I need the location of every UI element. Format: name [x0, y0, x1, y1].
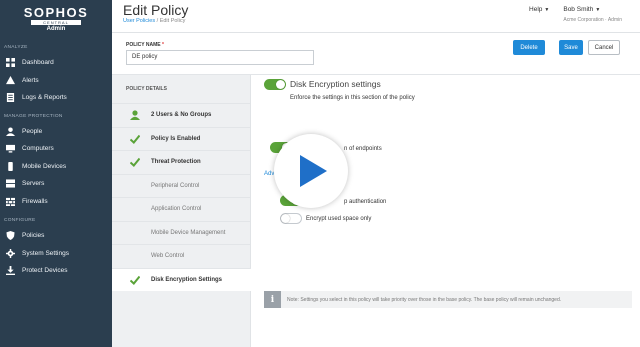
breadcrumb: User Policies / Edit Policy [123, 18, 185, 24]
edit-policy-panel: POLICY NAME * DE policy Delete Save Canc… [112, 33, 640, 347]
sidebar-item-label: Firewalls [22, 197, 48, 205]
sidebar-item-people[interactable]: People [0, 123, 112, 141]
sidebar-item-label: Mobile Devices [22, 162, 67, 170]
header: Edit Policy User Policies / Edit Policy … [112, 0, 640, 33]
policy-name-label: POLICY NAME * [126, 42, 164, 48]
save-button[interactable]: Save [559, 40, 583, 55]
play-icon [300, 155, 327, 187]
detail-item-label: Peripheral Control [151, 182, 200, 189]
sidebar-item-protect-devices[interactable]: Protect Devices [0, 262, 112, 280]
enforce-section-toggle[interactable] [264, 79, 286, 90]
people-icon [6, 127, 15, 136]
sidebar-item-logs-reports[interactable]: Logs & Reports [0, 89, 112, 107]
breadcrumb-current: Edit Policy [159, 18, 186, 24]
section-heading-analyze: ANALYZE [4, 45, 28, 50]
detail-item-label: Disk Encryption Settings [151, 276, 223, 283]
alert-icon [6, 75, 15, 85]
user-menu[interactable]: Bob Smith ▼ Acme Corporation · Admin [563, 6, 622, 23]
section-heading-manage: MANAGE PROTECTION [4, 113, 63, 119]
sidebar-item-alerts[interactable]: Alerts [0, 72, 112, 90]
gear-icon [6, 248, 15, 258]
detail-item-label: Mobile Device Management [151, 229, 226, 236]
chevron-down-icon: ▼ [544, 7, 550, 13]
sidebar-item-policies[interactable]: Policies [0, 227, 112, 245]
policy-name-input[interactable]: DE policy [126, 50, 314, 65]
policy-details-heading: POLICY DETAILS [126, 86, 167, 92]
policy-name-label-text: POLICY NAME [126, 42, 161, 48]
detail-item-label: Policy Is Enabled [151, 135, 201, 142]
detail-item-policy-enabled[interactable]: Policy Is Enabled [112, 126, 250, 151]
sidebar-item-label: Logs & Reports [22, 94, 67, 102]
page-title: Edit Policy [123, 2, 189, 18]
check-icon [130, 134, 140, 144]
section-heading-configure: CONFIGURE [4, 218, 36, 223]
sidebar-item-computers[interactable]: Computers [0, 140, 112, 158]
detail-item-threat-protection[interactable]: Threat Protection [112, 150, 250, 174]
note-text: Note: Settings you select in this policy… [287, 296, 562, 303]
detail-item-peripheral-control[interactable]: Peripheral Control [112, 173, 250, 198]
video-play-button[interactable] [274, 134, 348, 208]
sidebar-item-label: System Settings [22, 249, 69, 257]
policy-details-list: POLICY DETAILS 2 Users & No Groups Polic… [112, 75, 251, 347]
logo-brand: SOPHOS [23, 4, 89, 20]
sidebar-item-system-settings[interactable]: System Settings [0, 245, 112, 263]
logs-icon [6, 93, 15, 103]
dashboard-icon [6, 58, 15, 68]
sidebar-item-label: Computers [22, 145, 54, 153]
info-icon: i [264, 291, 281, 308]
firewall-icon [6, 197, 15, 206]
help-menu[interactable]: Help ▼ [529, 6, 549, 23]
user-icon [130, 110, 140, 120]
sidebar-item-label: Dashboard [22, 59, 54, 67]
shield-icon [6, 231, 15, 241]
top-right-menu: Help ▼ Bob Smith ▼ Acme Corporation · Admi… [529, 6, 622, 23]
help-label: Help [529, 6, 543, 13]
sidebar: SOPHOS CENTRAL Admin ANALYZE Dashboard A… [0, 0, 112, 347]
detail-item-label: Web Control [151, 253, 185, 260]
required-mark: * [162, 42, 164, 48]
sidebar-item-firewalls[interactable]: Firewalls [0, 193, 112, 211]
download-icon [6, 266, 15, 276]
sophos-logo[interactable]: SOPHOS CENTRAL Admin [0, 0, 112, 36]
sidebar-item-dashboard[interactable]: Dashboard [0, 54, 112, 72]
encrypt-used-space-label: Encrypt used space only [306, 216, 372, 222]
user-org: Acme Corporation · Admin [563, 17, 622, 23]
detail-item-application-control[interactable]: Application Control [112, 197, 250, 221]
mobile-icon [6, 161, 15, 171]
cancel-button[interactable]: Cancel [588, 40, 620, 55]
delete-button[interactable]: Delete [513, 40, 545, 55]
check-icon [130, 157, 140, 167]
sidebar-item-label: People [22, 127, 43, 135]
detail-item-label: Application Control [151, 206, 202, 213]
sidebar-item-servers[interactable]: Servers [0, 175, 112, 193]
user-name: Bob Smith [563, 6, 594, 13]
encryption-endpoints-label: n of endpoints [344, 146, 382, 152]
detail-item-label: 2 Users & No Groups [151, 112, 212, 119]
toggle-knob [281, 214, 290, 223]
sidebar-item-label: Protect Devices [22, 267, 68, 275]
detail-item-web-control[interactable]: Web Control [112, 244, 250, 268]
sidebar-item-label: Servers [22, 180, 45, 188]
breadcrumb-link-user-policies[interactable]: User Policies [123, 18, 155, 24]
sidebar-item-label: Policies [22, 232, 45, 240]
chevron-down-icon: ▼ [595, 7, 601, 13]
detail-item-mobile-device-management[interactable]: Mobile Device Management [112, 220, 250, 245]
sidebar-item-label: Alerts [22, 76, 39, 84]
detail-item-disk-encryption[interactable]: Disk Encryption Settings [112, 267, 251, 291]
detail-item-label: Threat Protection [151, 159, 201, 166]
check-icon [130, 275, 140, 285]
logo-sub: CENTRAL [31, 19, 81, 25]
logon-authentication-label: p authentication [344, 199, 387, 205]
server-icon [6, 179, 15, 188]
toggle-knob [276, 80, 285, 89]
section-title: Disk Encryption settings [290, 79, 381, 89]
detail-item-users-groups[interactable]: 2 Users & No Groups [112, 103, 250, 127]
disk-encryption-content: Disk Encryption settings Enforce the set… [262, 75, 632, 347]
logo-role: Admin [46, 25, 66, 32]
computer-icon [6, 144, 15, 153]
section-description: Enforce the settings in this section of … [290, 95, 415, 101]
encrypt-used-space-toggle[interactable] [280, 213, 302, 224]
sidebar-item-mobile-devices[interactable]: Mobile Devices [0, 158, 112, 176]
policy-note: i Note: Settings you select in this poli… [264, 291, 632, 308]
